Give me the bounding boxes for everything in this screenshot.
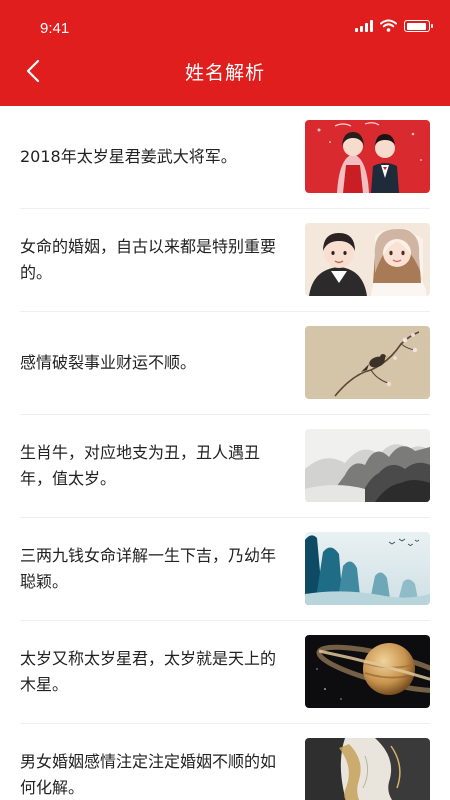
abstract-ink-art xyxy=(305,738,430,800)
list-item[interactable]: 女命的婚姻，自古以来都是特别重要的。 xyxy=(20,209,430,312)
page-title: 姓名解析 xyxy=(184,62,265,84)
item-title: 男女婚姻感情注定注定婚姻不顺的如何化解。 xyxy=(20,752,277,797)
list-item[interactable]: 太岁又称太岁星君，太岁就是天上的木星。 xyxy=(20,621,430,724)
item-title: 太岁又称太岁星君，太岁就是天上的木星。 xyxy=(20,649,277,694)
item-title: 三两九钱女命详解一生下吉，乃幼年聪颖。 xyxy=(20,546,277,591)
bird-on-branch-painting xyxy=(305,326,430,399)
status-bar: 9:41 xyxy=(0,0,450,44)
status-time: 9:41 xyxy=(40,20,70,37)
battery-icon xyxy=(404,20,433,32)
blue-landscape-painting xyxy=(305,532,430,605)
article-list: 2018年太岁星君姜武大将军。 女命的婚姻，自古以来都是特别重要的。 感情破裂事… xyxy=(0,106,450,800)
saturn-planet-image xyxy=(305,635,430,708)
item-title: 2018年太岁星君姜武大将军。 xyxy=(20,147,237,166)
list-item[interactable]: 感情破裂事业财运不顺。 xyxy=(20,312,430,415)
item-title: 感情破裂事业财运不顺。 xyxy=(20,353,197,372)
app-header: 9:41 姓名解析 xyxy=(0,0,450,106)
wifi-icon xyxy=(380,17,397,36)
list-item[interactable]: 2018年太岁星君姜武大将军。 xyxy=(20,106,430,209)
wedding-couple-image xyxy=(305,120,430,193)
nav-bar: 姓名解析 xyxy=(0,44,450,106)
ink-mountain-painting xyxy=(305,429,430,502)
status-icons xyxy=(355,17,433,36)
item-title: 女命的婚姻，自古以来都是特别重要的。 xyxy=(20,237,277,282)
item-title: 生肖牛，对应地支为丑，丑人遇丑年，值太岁。 xyxy=(20,443,261,488)
list-item[interactable]: 三两九钱女命详解一生下吉，乃幼年聪颖。 xyxy=(20,518,430,621)
list-item[interactable]: 生肖牛，对应地支为丑，丑人遇丑年，值太岁。 xyxy=(20,415,430,518)
signal-icon xyxy=(355,20,373,32)
list-item[interactable]: 男女婚姻感情注定注定婚姻不顺的如何化解。 xyxy=(20,724,430,800)
cartoon-couple-image xyxy=(305,223,430,296)
